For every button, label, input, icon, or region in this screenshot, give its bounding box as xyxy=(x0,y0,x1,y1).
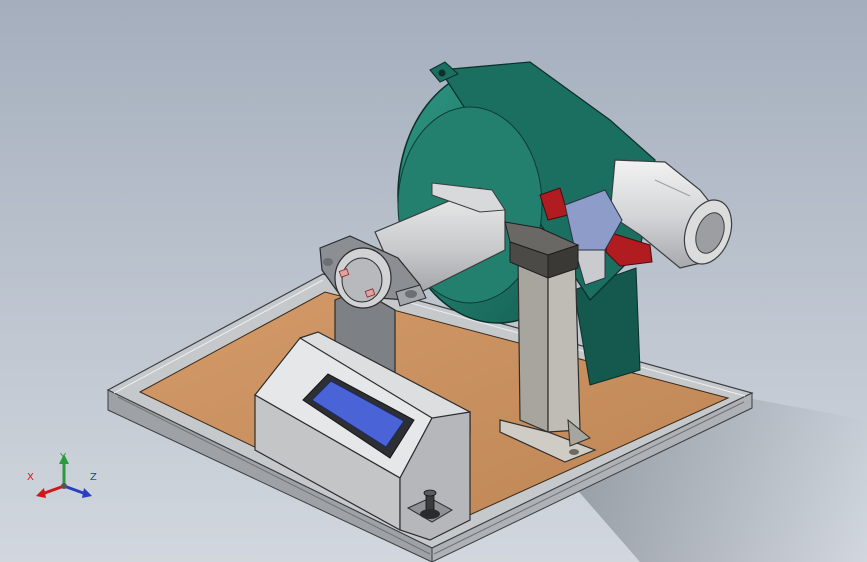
z-axis-label: Z xyxy=(90,472,97,483)
cad-viewport[interactable]: Y X Z xyxy=(0,0,867,562)
z-axis-arrow xyxy=(82,488,92,498)
assembly-3d-view[interactable] xyxy=(0,0,867,562)
triad-origin xyxy=(61,483,67,489)
x-axis-line xyxy=(41,484,65,496)
z-axis-line xyxy=(63,484,87,496)
y-axis-label: Y xyxy=(59,452,67,463)
axis-triad[interactable]: Y X Z xyxy=(26,450,102,506)
x-axis-arrow xyxy=(36,488,46,498)
x-axis-label: X xyxy=(27,472,34,483)
